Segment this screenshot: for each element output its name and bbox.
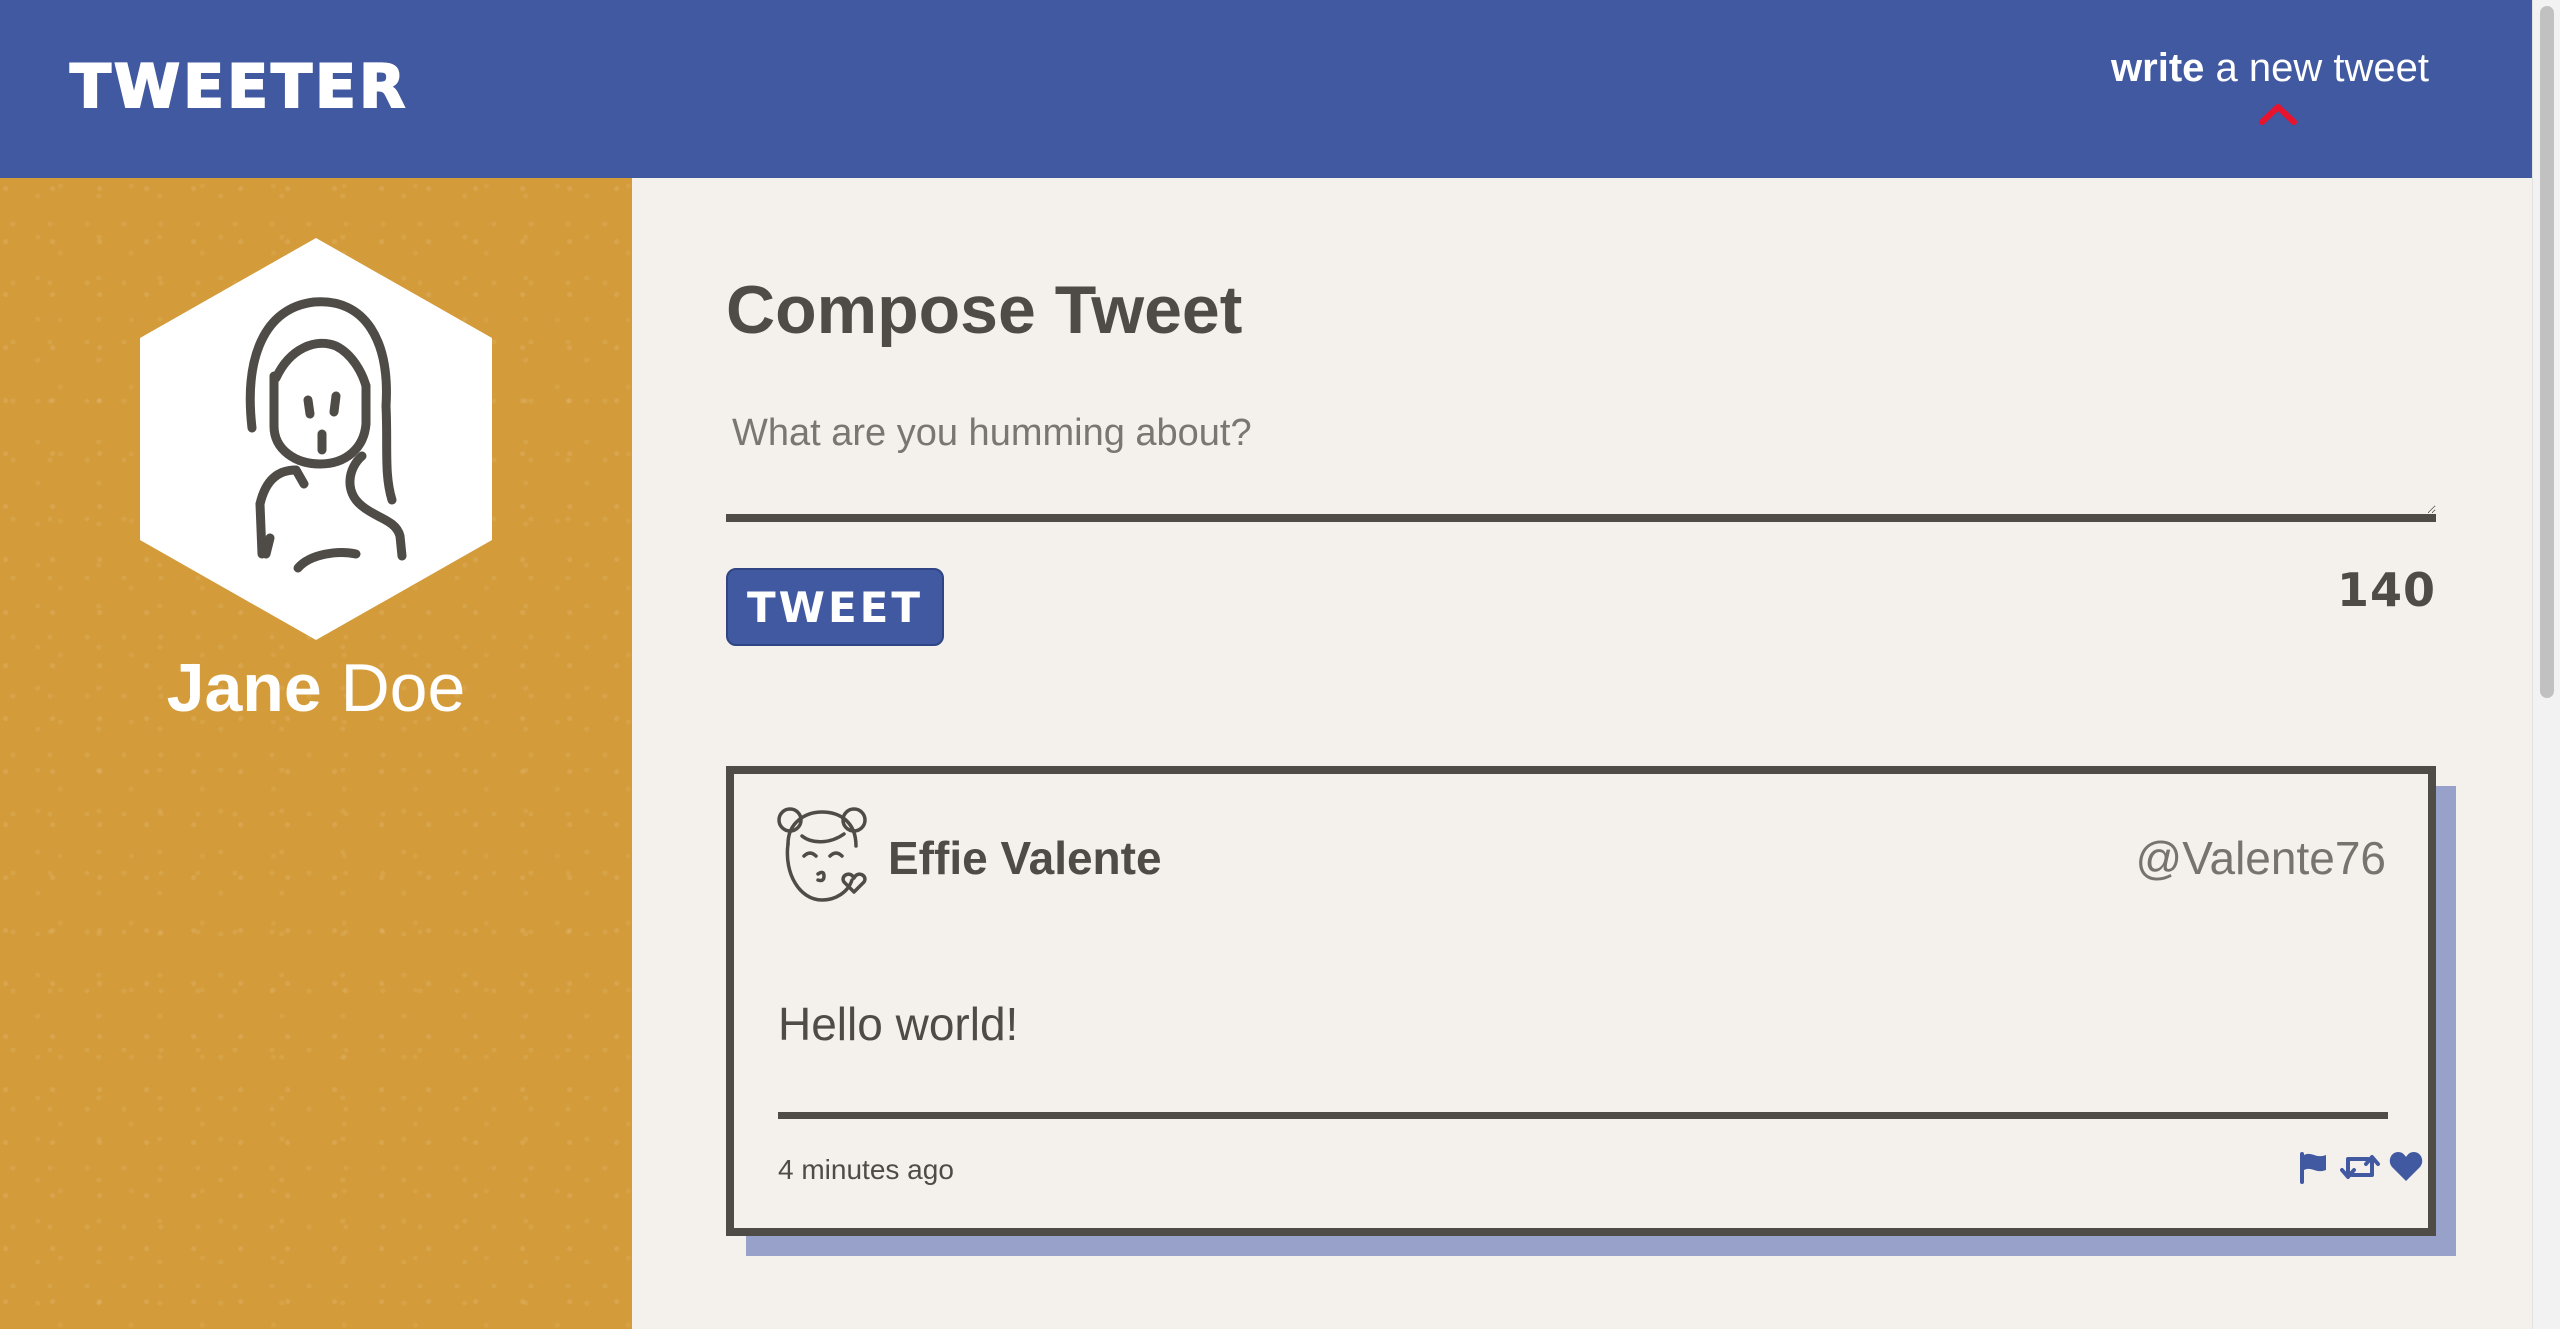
user-full-name: Jane Doe bbox=[0, 648, 632, 728]
nav-compose-rest: a new tweet bbox=[2204, 46, 2429, 90]
chevron-up-icon[interactable] bbox=[2258, 100, 2298, 126]
heart-icon[interactable] bbox=[2388, 1150, 2424, 1184]
user-last-name: Doe bbox=[321, 650, 466, 726]
tweet-content: Hello world! bbox=[778, 998, 1019, 1050]
nav-compose-bold: write bbox=[2111, 46, 2205, 90]
scrollbar-thumb[interactable] bbox=[2540, 6, 2554, 698]
tweet-author-handle: @Valente76 bbox=[2135, 832, 2386, 884]
brand-logo: TWEETER bbox=[69, 51, 409, 123]
woman-avatar-icon bbox=[140, 238, 492, 640]
write-new-tweet-link[interactable]: write a new tweet bbox=[2100, 40, 2440, 96]
tweet-card: Effie Valente @Valente76 Hello world! 4 … bbox=[726, 766, 2436, 1236]
tweet-divider bbox=[778, 1112, 2388, 1119]
top-navbar: TWEETER write a new tweet bbox=[0, 0, 2532, 178]
user-first-name: Jane bbox=[166, 650, 322, 726]
profile-sidebar: Jane Doe bbox=[0, 178, 632, 1329]
retweet-icon[interactable] bbox=[2340, 1150, 2380, 1184]
girl-kiss-avatar-icon bbox=[777, 807, 867, 902]
page-scrollbar[interactable] bbox=[2532, 0, 2560, 1329]
tweet-timestamp: 4 minutes ago bbox=[778, 1154, 954, 1185]
tweet-button[interactable]: TWEET bbox=[726, 568, 944, 646]
tweet-textarea[interactable] bbox=[726, 400, 2436, 522]
flag-icon[interactable] bbox=[2296, 1150, 2330, 1184]
character-counter: 140 bbox=[2336, 563, 2436, 617]
tweet-author-name: Effie Valente bbox=[888, 832, 1162, 884]
compose-title: Compose Tweet bbox=[726, 272, 1243, 348]
